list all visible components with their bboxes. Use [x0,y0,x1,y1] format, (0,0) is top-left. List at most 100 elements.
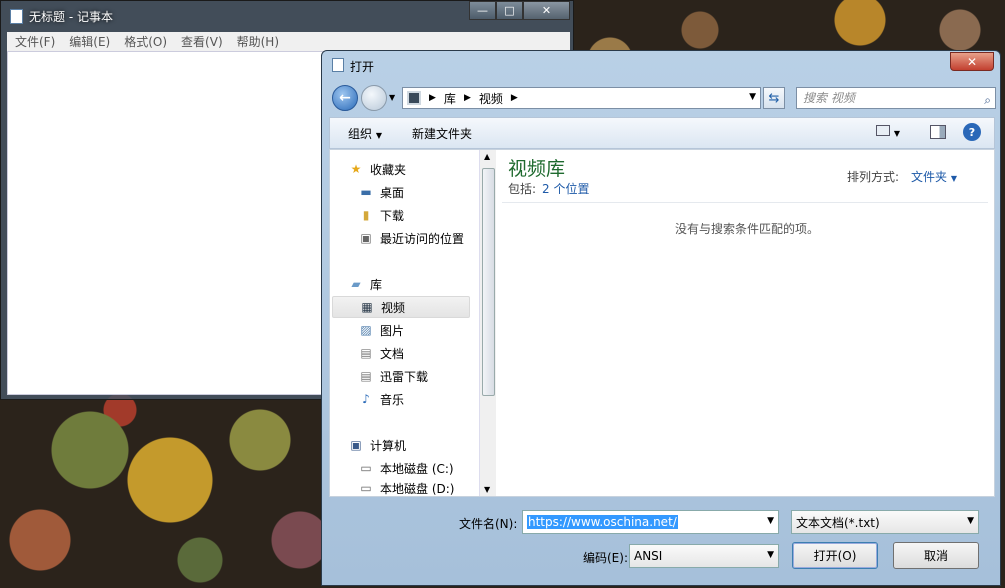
forward-button[interactable] [361,85,387,111]
menu-help[interactable]: 帮助(H) [237,33,279,50]
menu-file[interactable]: 文件(F) [15,33,55,50]
disk-icon: ▭ [360,481,372,495]
nav-videos-label: 视频 [381,300,406,315]
cancel-button[interactable]: 取消 [893,542,979,569]
encoding-select[interactable]: ANSI ▼ [629,544,779,568]
chevron-down-icon: ▼ [950,174,957,183]
empty-message: 没有与搜索条件匹配的项。 [674,222,819,236]
documents-icon: ▤ [360,346,372,360]
scrollbar-thumb[interactable] [482,168,495,396]
nav-desktop[interactable]: ▬ 桌面 [358,181,498,203]
arrange-by-value: 文件夹 [911,170,948,184]
minimize-button[interactable]: — [469,1,496,20]
command-toolbar: 组织 ▼ 新建文件夹 ▼ ? [329,117,995,149]
thunder-folder-icon: ▤ [360,369,372,383]
chevron-down-icon: ▼ [893,129,900,138]
maximize-button[interactable]: □ [496,1,523,20]
breadcrumb-separator-icon: ▶ [429,93,436,103]
nav-recent-label: 最近访问的位置 [380,231,465,246]
arrange-by-dropdown[interactable]: 文件夹 ▼ [911,168,957,185]
chevron-down-icon: ▼ [967,516,974,526]
library-icon: ▰ [351,277,361,291]
nav-disk-c[interactable]: ▭ 本地磁盘 (C:) [358,457,498,479]
download-folder-icon: ▮ [362,208,370,222]
nav-computer-label: 计算机 [370,438,407,453]
recent-places-icon: ▣ [360,231,372,245]
nav-disk-d[interactable]: ▭ 本地磁盘 (D:) [358,480,498,496]
refresh-button[interactable]: ⇆ [763,87,785,109]
includes-label: 包括: [508,182,537,196]
organize-button[interactable]: 组织 ▼ [348,125,382,142]
arrange-by-label: 排列方式: [847,170,900,184]
breadcrumb-separator-icon: ▶ [463,93,471,103]
notepad-menubar: 文件(F) 编辑(E) 格式(O) 查看(V) 帮助(H) [7,32,570,51]
search-placeholder: 搜索 视频 [803,91,855,105]
new-folder-button[interactable]: 新建文件夹 [412,125,472,142]
address-dropdown-icon[interactable]: ▼ [749,92,756,102]
nav-music-label: 音乐 [380,392,405,407]
chevron-down-icon[interactable]: ▼ [767,516,774,526]
preview-pane-button[interactable] [930,125,946,139]
includes-locations-link[interactable]: 2 个位置 [542,180,589,197]
nav-disk-c-label: 本地磁盘 (C:) [380,461,454,476]
navigation-bar: ← ▼ ▶ 库 ▶ 视频 ▶ ▼ ⇆ 搜索 视频 ⌕ [329,83,996,113]
notepad-caption-buttons: — □ ✕ [469,1,570,20]
video-library-icon [407,91,421,105]
computer-icon: ▣ [350,438,362,452]
music-icon: ♪ [362,392,370,406]
breadcrumb-libraries[interactable]: 库 [444,90,456,107]
filetype-value: 文本文档(*.txt) [796,515,880,530]
chevron-down-icon: ▼ [375,130,382,140]
notepad-icon [10,9,23,24]
address-bar[interactable]: ▶ 库 ▶ 视频 ▶ ▼ [402,87,761,109]
encoding-label: 编码(E): [583,551,628,565]
nav-recent[interactable]: ▣ 最近访问的位置 [358,227,498,249]
notepad-title: 无标题 - 记事本 [29,10,113,24]
history-dropdown-icon[interactable]: ▼ [389,93,395,102]
menu-edit[interactable]: 编辑(E) [69,33,110,50]
back-arrow-icon: ← [339,90,351,106]
search-input[interactable]: 搜索 视频 ⌕ [796,87,996,109]
breadcrumb-separator-icon: ▶ [510,93,518,103]
nav-pictures-label: 图片 [380,323,405,338]
menu-format[interactable]: 格式(O) [124,33,167,50]
nav-videos[interactable]: ▦ 视频 [332,296,470,318]
nav-favorites[interactable]: ★ 收藏夹 [348,158,488,180]
video-icon: ▦ [361,300,373,314]
nav-downloads[interactable]: ▮ 下载 [358,204,498,226]
nav-scrollbar[interactable]: ▲ ▼ [479,150,496,496]
dialog-icon [332,58,344,72]
chevron-down-icon: ▼ [767,550,774,560]
view-icon [876,125,890,136]
nav-libraries[interactable]: ▰ 库 [348,273,488,295]
filename-input[interactable]: https://www.oschina.net/ ▼ [522,510,779,534]
encoding-value: ANSI [634,549,663,563]
notepad-close-button[interactable]: ✕ [523,1,570,20]
filename-label: 文件名(N): [459,517,518,531]
nav-computer[interactable]: ▣ 计算机 [348,434,488,456]
breadcrumb-videos[interactable]: 视频 [479,90,503,107]
scroll-up-icon[interactable]: ▲ [484,152,490,161]
nav-pictures[interactable]: ▨ 图片 [358,319,498,341]
open-dialog: 打开 ✕ ← ▼ ▶ 库 ▶ 视频 ▶ ▼ ⇆ 搜索 视频 ⌕ 组织 ▼ 新建文… [321,50,1001,586]
view-options-button[interactable]: ▼ [876,125,900,139]
nav-disk-d-label: 本地磁盘 (D:) [380,481,455,496]
dialog-close-button[interactable]: ✕ [950,52,994,71]
nav-libraries-label: 库 [370,277,383,292]
pictures-icon: ▨ [360,323,372,337]
nav-documents[interactable]: ▤ 文档 [358,342,498,364]
menu-view[interactable]: 查看(V) [181,33,223,50]
nav-thunder-label: 迅雷下载 [380,369,429,384]
back-button[interactable]: ← [332,85,358,111]
filetype-select[interactable]: 文本文档(*.txt) ▼ [791,510,979,534]
file-list-pane: 视频库 包括: 2 个位置 排列方式: 文件夹 ▼ 没有与搜索条件匹配的项。 [500,150,994,496]
open-button[interactable]: 打开(O) [792,542,878,569]
content-area: ★ 收藏夹 ▬ 桌面 ▮ 下载 ▣ 最近访问的位置 ▰ 库 ▦ 视频 ▨ 图片 ▤ 文档 ▤ 迅雷… [329,149,995,497]
refresh-icon: ⇆ [768,90,780,106]
help-icon[interactable]: ? [963,123,981,141]
nav-music[interactable]: ♪ 音乐 [358,388,498,410]
scroll-down-icon[interactable]: ▼ [484,485,490,494]
nav-downloads-label: 下载 [380,208,405,223]
library-title: 视频库 [508,158,566,180]
nav-thunder-downloads[interactable]: ▤ 迅雷下载 [358,365,498,387]
